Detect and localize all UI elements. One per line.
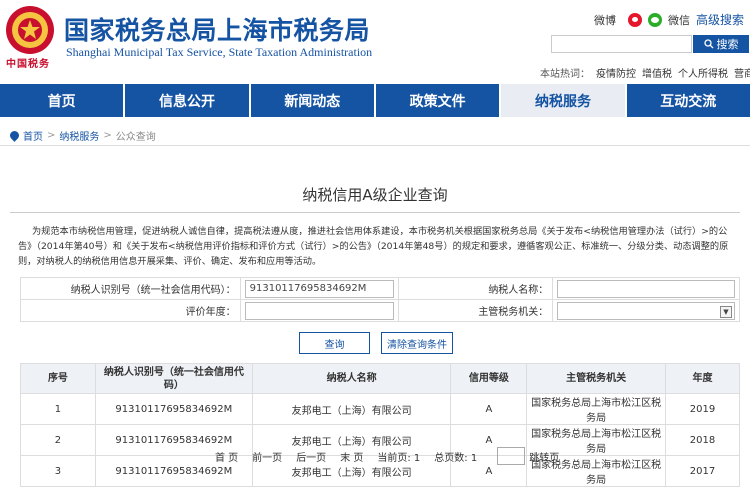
page-title: 纳税信用A级企业查询 <box>302 186 448 204</box>
column-header: 纳税人名称 <box>251 363 452 394</box>
column-header: 年度 <box>665 363 740 394</box>
taxpayer-name-label: 纳税人名称： <box>397 277 554 300</box>
row-year: 2019 <box>665 393 740 425</box>
breadcrumb-separator: > <box>47 130 56 141</box>
row-year: 2018 <box>665 424 740 456</box>
prev-page-link[interactable]: 前一页 <box>252 449 282 464</box>
column-header: 纳税人识别号（统一社会信用代码） <box>94 363 253 394</box>
taxpayer-id-label: 纳税人识别号（统一社会信用代码）： <box>20 277 241 300</box>
nav-home[interactable]: 首页 <box>0 84 126 117</box>
tax-emblem-icon <box>6 6 54 54</box>
location-pin-icon <box>8 129 21 142</box>
row-taxpayer-id: 91310117695834692M <box>94 393 253 425</box>
hot-word[interactable]: 个人所得税 <box>678 65 728 80</box>
breadcrumb-tax-service[interactable]: 纳税服务 <box>59 128 99 143</box>
clear-button[interactable]: 清除查询条件 <box>381 332 453 354</box>
row-year: 2017 <box>665 455 740 487</box>
total-pages: 总页数: 1 <box>434 452 478 464</box>
breadcrumb-current: 公众查询 <box>115 132 156 143</box>
chevron-down-icon[interactable]: ▼ <box>720 305 732 318</box>
nav-policy[interactable]: 政策文件 <box>376 84 502 117</box>
row-index: 2 <box>20 424 96 456</box>
intro-paragraph: 为规范本市纳税信用管理，促进纳税人诚信自律，提高税法遵从度，推进社会信用体系建设… <box>18 226 729 267</box>
site-title[interactable]: 国家税务总局上海市税务局 <box>64 11 370 47</box>
taxpayer-name-input[interactable] <box>557 279 735 298</box>
emblem-caption: 中国税务 <box>6 59 50 70</box>
row-index: 3 <box>20 455 96 487</box>
query-form: 纳税人识别号（统一社会信用代码）： 91310117695834692M 纳税人… <box>20 277 740 322</box>
year-input[interactable] <box>244 301 394 320</box>
column-header: 主管税务机关 <box>526 363 667 394</box>
weixin-icon[interactable] <box>647 12 662 27</box>
hot-words-label: 本站热词： <box>540 69 590 80</box>
taxpayer-id-input[interactable]: 91310117695834692M <box>244 279 394 298</box>
site-subtitle: Shanghai Municipal Tax Service, State Ta… <box>66 45 373 59</box>
authority-label: 主管税务机关： <box>397 299 554 322</box>
current-page: 当前页: 1 <box>377 452 421 464</box>
jump-page-button[interactable]: 跳转页 <box>529 449 559 464</box>
top-links: 微博 微信 高级搜索 <box>594 11 744 28</box>
hot-words: 本站热词： 疫情防控 增值税 个人所得税 营商环境 <box>540 65 750 80</box>
breadcrumb-home[interactable]: 首页 <box>23 128 43 143</box>
year-label: 评价年度： <box>20 299 241 322</box>
breadcrumb: 首页 > 纳税服务 > 公众查询 <box>8 128 156 143</box>
hot-word[interactable]: 疫情防控 <box>596 65 636 80</box>
weixin-link[interactable]: 微信 <box>668 12 690 28</box>
hot-word[interactable]: 增值税 <box>642 65 672 80</box>
advanced-search-link[interactable]: 高级搜索 <box>696 11 744 28</box>
main-nav: 首页 信息公开 新闻动态 政策文件 纳税服务 互动交流 <box>0 84 750 117</box>
table-header-row: 序号 纳税人识别号（统一社会信用代码） 纳税人名称 信用等级 主管税务机关 年度 <box>20 363 740 394</box>
site-header: 中国税务 国家税务总局上海市税务局 Shanghai Municipal Tax… <box>0 0 750 84</box>
column-header: 序号 <box>20 363 96 394</box>
nav-news[interactable]: 新闻动态 <box>251 84 376 117</box>
first-page-link[interactable]: 首 页 <box>215 449 238 464</box>
pagination: 首 页 前一页 后一页 末 页 当前页: 1 总页数: 1 跳转页 <box>215 447 559 465</box>
next-page-link[interactable]: 后一页 <box>296 449 326 464</box>
column-header: 信用等级 <box>450 363 528 394</box>
weibo-icon[interactable] <box>627 12 642 27</box>
nav-interaction[interactable]: 互动交流 <box>627 84 750 117</box>
breadcrumb-separator: > <box>103 130 112 141</box>
row-taxpayer-name: 友邦电工（上海）有限公司 <box>251 393 452 425</box>
row-credit-level: A <box>450 393 528 425</box>
last-page-link[interactable]: 末 页 <box>340 449 363 464</box>
nav-info-disclosure[interactable]: 信息公开 <box>125 84 251 117</box>
weibo-link[interactable]: 微博 <box>594 12 616 28</box>
jump-page-input[interactable] <box>497 447 526 465</box>
query-button[interactable]: 查询 <box>299 332 370 354</box>
search-button-label: 搜索 <box>716 38 739 51</box>
search-button[interactable]: 搜索 <box>693 35 749 53</box>
results-table: 序号 纳税人识别号（统一社会信用代码） 纳税人名称 信用等级 主管税务机关 年度… <box>20 363 740 487</box>
authority-select[interactable]: ▼ <box>557 301 735 320</box>
search-input[interactable] <box>551 35 692 53</box>
table-row: 1 91310117695834692M 友邦电工（上海）有限公司 A 国家税务… <box>20 393 740 425</box>
row-authority: 国家税务总局上海市松江区税务局 <box>526 393 667 425</box>
nav-tax-service[interactable]: 纳税服务 <box>501 84 627 117</box>
divider <box>0 145 750 146</box>
search-icon <box>703 39 713 49</box>
row-index: 1 <box>20 393 96 425</box>
divider <box>10 212 740 213</box>
hot-word[interactable]: 营商环境 <box>734 65 750 80</box>
